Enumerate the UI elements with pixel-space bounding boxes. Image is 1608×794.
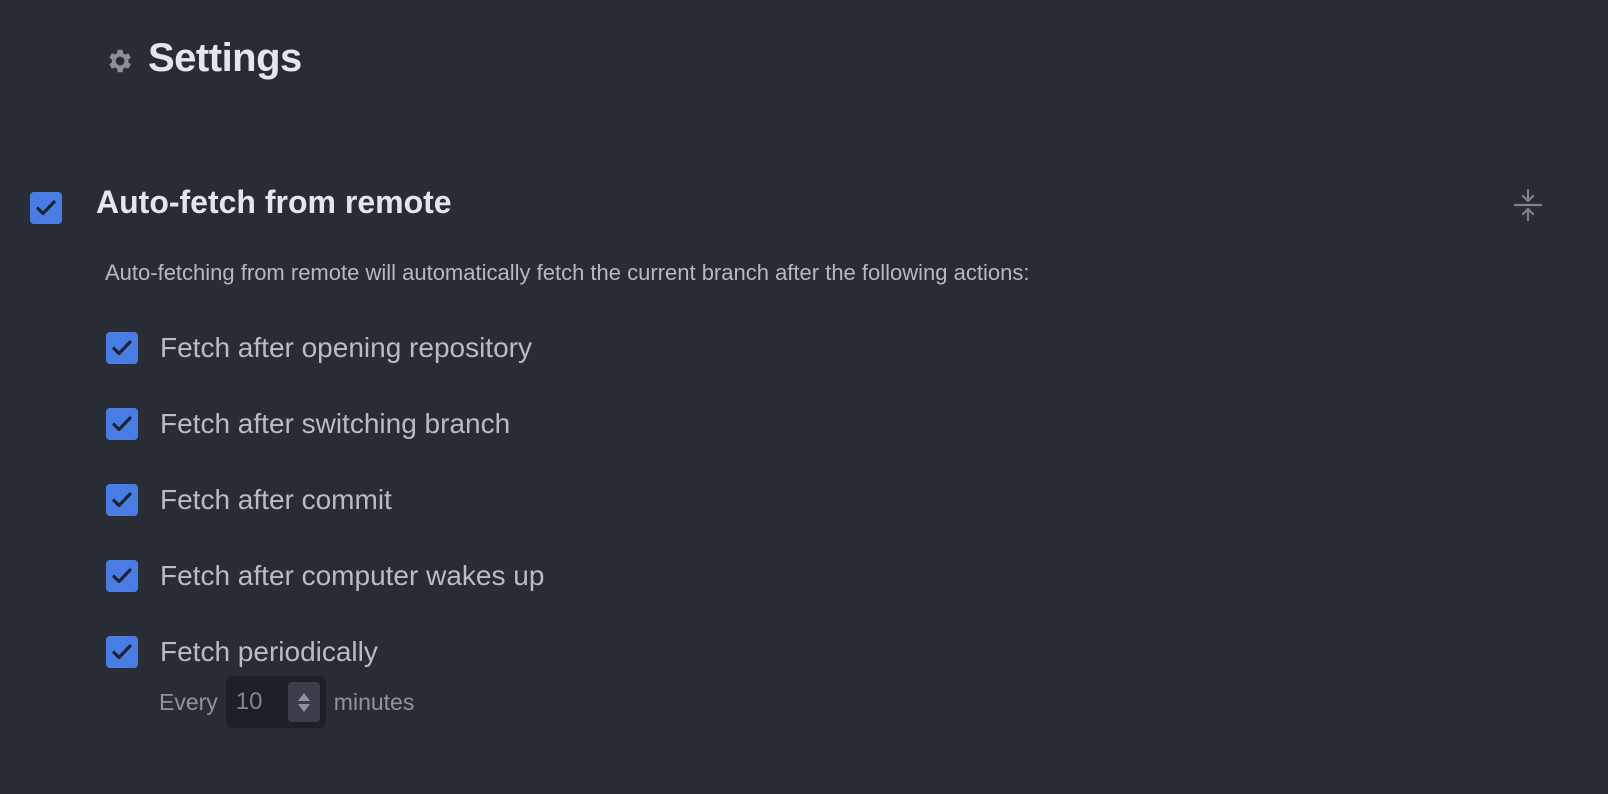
stepper-arrows[interactable] bbox=[287, 682, 320, 722]
checkbox[interactable] bbox=[106, 560, 138, 592]
checkbox[interactable] bbox=[106, 332, 138, 364]
settings-page: Settings Auto-fetch from remote Auto-fet… bbox=[0, 0, 1608, 794]
interval-suffix: minutes bbox=[333, 688, 415, 715]
checkmark-icon bbox=[112, 568, 132, 584]
option-label[interactable]: Fetch after opening repository bbox=[160, 332, 532, 364]
page-title: Settings bbox=[148, 36, 302, 80]
collapse-icon bbox=[1513, 188, 1543, 222]
option-fetch-after-opening[interactable]: Fetch after opening repository bbox=[106, 332, 532, 364]
checkmark-icon bbox=[112, 340, 132, 356]
option-label[interactable]: Fetch after switching branch bbox=[160, 408, 510, 440]
interval-prefix: Every bbox=[159, 688, 218, 715]
interval-stepper[interactable] bbox=[225, 676, 326, 728]
collapse-button[interactable] bbox=[1512, 188, 1544, 222]
checkmark-icon bbox=[112, 416, 132, 432]
checkmark-icon bbox=[112, 644, 132, 660]
gear-icon bbox=[109, 49, 131, 72]
fetch-interval: Every minutes bbox=[159, 676, 414, 728]
option-label[interactable]: Fetch after commit bbox=[160, 484, 392, 516]
option-fetch-after-commit[interactable]: Fetch after commit bbox=[106, 484, 392, 516]
arrow-up-icon[interactable] bbox=[297, 692, 310, 701]
option-fetch-periodically[interactable]: Fetch periodically bbox=[106, 636, 378, 668]
page-header: Settings bbox=[104, 36, 302, 81]
option-label[interactable]: Fetch periodically bbox=[160, 636, 378, 668]
checkbox[interactable] bbox=[106, 408, 138, 440]
checkbox[interactable] bbox=[106, 636, 138, 668]
option-label[interactable]: Fetch after computer wakes up bbox=[160, 560, 544, 592]
section-title: Auto-fetch from remote bbox=[96, 184, 452, 220]
auto-fetch-toggle[interactable] bbox=[30, 192, 62, 224]
interval-input[interactable] bbox=[225, 676, 284, 728]
option-fetch-after-switching[interactable]: Fetch after switching branch bbox=[106, 408, 510, 440]
checkmark-icon bbox=[112, 492, 132, 508]
arrow-down-icon[interactable] bbox=[297, 703, 310, 712]
checkmark-icon bbox=[36, 200, 56, 216]
checkbox[interactable] bbox=[106, 484, 138, 516]
section-description: Auto-fetching from remote will automatic… bbox=[105, 260, 1030, 285]
option-fetch-after-wake[interactable]: Fetch after computer wakes up bbox=[106, 560, 544, 592]
